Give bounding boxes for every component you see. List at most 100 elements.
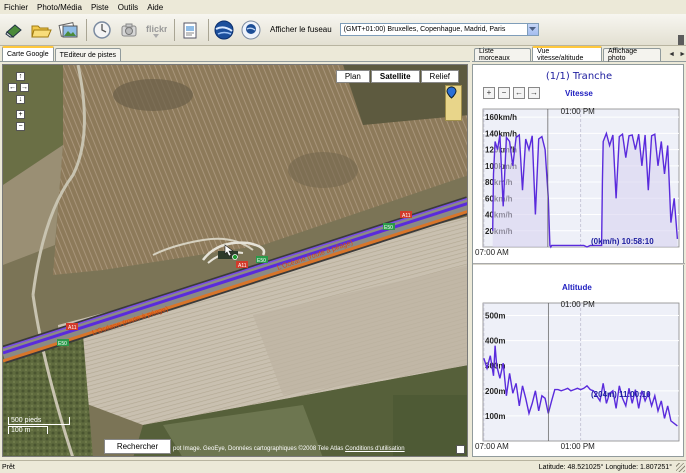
map-scale: 500 pieds 100 m <box>8 417 70 434</box>
scroll-right-chart-button[interactable]: → <box>528 87 540 99</box>
earth-globe-icon <box>241 20 261 39</box>
pan-right-button[interactable]: → <box>20 83 29 92</box>
x-tick-label: 01:00 PM <box>561 442 596 451</box>
camera-icon <box>121 23 137 36</box>
google-earth-icon <box>214 20 234 39</box>
attribution-text: pot Image. GeoEye, Données cartographiqu… <box>173 446 344 452</box>
segment-title: (1/1) Tranche <box>545 71 613 82</box>
svg-text:A11: A11 <box>68 325 77 331</box>
left-tab-strip: Carte Google TEditeur de pistes <box>0 46 470 62</box>
flickr-button[interactable]: flickr <box>144 18 168 42</box>
photos-button[interactable] <box>56 18 80 42</box>
road-shield: E50 <box>256 256 268 264</box>
road-shield: A11 <box>66 323 78 331</box>
app-window: Fichier Photo/Média Piste Outils Aide fl… <box>0 0 686 473</box>
y-tick-label: 100m <box>485 412 505 421</box>
eraser-icon <box>5 23 22 38</box>
pan-up-button[interactable]: ↑ <box>16 72 25 81</box>
tab-vue-vitesse-altitude[interactable]: Vue vitesse/altitude <box>532 46 602 62</box>
cursor-readout: (204m) 11:00:10 <box>591 390 651 399</box>
y-tick-label: 140km/h <box>485 129 517 138</box>
tab-scroll-left-icon[interactable]: ◄ <box>668 51 675 58</box>
road-shield: E50 <box>57 339 69 347</box>
menu-fichier[interactable]: Fichier <box>4 3 28 12</box>
road-shield: A11 <box>236 261 248 269</box>
terms-link[interactable]: Conditions d'utilisation <box>345 446 405 452</box>
search-button[interactable]: Rechercher <box>104 439 171 454</box>
altitude-chart[interactable]: 100m200m300m400m500m07:00 AM01:00 PM01:0… <box>473 297 685 457</box>
tab-affichage-photo[interactable]: Affichage photo <box>603 48 662 62</box>
map-attribution: pot Image. GeoEye, Données cartographiqu… <box>173 446 405 452</box>
map-type-relief[interactable]: Relief <box>420 70 459 83</box>
document-icon <box>183 22 197 38</box>
menu-photo-media[interactable]: Photo/Média <box>37 3 82 12</box>
y-tick-label: 200m <box>485 387 505 396</box>
toolbar: flickr Afficher le fuseau (GMT+01:00) Br… <box>0 14 686 46</box>
scroll-left-chart-button[interactable]: ← <box>513 87 525 99</box>
scale-feet: 500 pieds <box>8 417 70 425</box>
toolbar-overflow-icon[interactable] <box>678 35 684 45</box>
chart-tool-buttons: + − ← → <box>483 87 543 99</box>
speed-chart-title: Vitesse <box>565 89 593 98</box>
clock-icon <box>93 20 111 39</box>
svg-text:A11: A11 <box>402 213 411 219</box>
timezone-value: (GMT+01:00) Bruxelles, Copenhague, Madri… <box>343 26 506 33</box>
zoom-out-chart-button[interactable]: − <box>498 87 510 99</box>
y-tick-label: 160km/h <box>485 113 517 122</box>
svg-text:E50: E50 <box>384 225 393 231</box>
chevron-down-icon[interactable] <box>526 24 538 35</box>
timezone-select[interactable]: (GMT+01:00) Bruxelles, Copenhague, Madri… <box>339 23 539 36</box>
earth-globe-button[interactable] <box>239 18 263 42</box>
eraser-button[interactable] <box>2 18 26 42</box>
menu-aide[interactable]: Aide <box>147 3 163 12</box>
panel-splitter[interactable] <box>473 263 685 265</box>
photos-icon <box>58 21 78 37</box>
svg-text:E50: E50 <box>58 341 67 347</box>
menu-outils[interactable]: Outils <box>118 3 138 12</box>
tab-liste-morceaux[interactable]: Liste morceaux <box>474 48 532 62</box>
tab-scroll-arrows: ◄ ► <box>664 48 686 61</box>
x-tick-label: 01:00 PM <box>561 300 596 309</box>
toolbar-separator <box>208 18 209 41</box>
altitude-chart-title: Altitude <box>562 283 592 292</box>
svg-text:A11: A11 <box>238 263 247 269</box>
pan-down-button[interactable]: ↓ <box>16 95 25 104</box>
status-text: Prêt <box>2 463 15 471</box>
map-type-bar: Plan Satellite Relief <box>335 70 459 83</box>
tab-scroll-right-icon[interactable]: ► <box>679 51 686 58</box>
speed-chart[interactable]: 20km/h40km/h60km/h80km/h100km/h120km/h14… <box>473 103 685 263</box>
status-bar: Prêt Latitude: 48.521025° Longitude: 1.8… <box>0 460 686 473</box>
x-tick-label: 07:00 AM <box>475 442 509 451</box>
cursor-coordinates: Latitude: 48.521025° Longitude: 1.807251… <box>538 463 672 471</box>
camera-button[interactable] <box>117 18 141 42</box>
satellite-imagery: L'Océane (route à péage) L'Océane (route… <box>3 65 467 456</box>
satellite-map[interactable]: L'Océane (route à péage) L'Océane (route… <box>2 64 468 457</box>
x-tick-label: 01:00 PM <box>561 107 596 116</box>
document-button[interactable] <box>178 18 202 42</box>
y-tick-label: 400m <box>485 337 505 346</box>
zoom-out-button[interactable]: − <box>16 122 25 131</box>
timezone-label: Afficher le fuseau <box>270 25 332 34</box>
pan-left-button[interactable]: ← <box>8 83 17 92</box>
zoom-in-button[interactable]: + <box>16 110 25 119</box>
zoom-in-chart-button[interactable]: + <box>483 87 495 99</box>
resize-corner-icon[interactable] <box>456 445 465 454</box>
right-tab-strip: Liste morceaux Vue vitesse/altitude Affi… <box>472 46 686 62</box>
map-type-satellite[interactable]: Satellite <box>370 70 420 83</box>
clock-button[interactable] <box>90 18 114 42</box>
google-earth-button[interactable] <box>212 18 236 42</box>
map-type-plan[interactable]: Plan <box>335 70 370 83</box>
street-view-control[interactable] <box>445 85 462 121</box>
resize-grip-icon[interactable] <box>676 463 685 472</box>
open-folder-button[interactable] <box>29 18 53 42</box>
menu-piste[interactable]: Piste <box>91 3 109 12</box>
tab-carte-google[interactable]: Carte Google <box>2 46 54 61</box>
tab-editeur-de-pistes[interactable]: TEditeur de pistes <box>54 48 122 61</box>
menu-bar: Fichier Photo/Média Piste Outils Aide <box>0 0 686 14</box>
scale-meters: 100 m <box>8 426 48 434</box>
toolbar-separator <box>174 18 175 41</box>
cursor-readout: (0km/h) 10:58:10 <box>591 237 654 246</box>
location-pin-icon <box>446 86 457 99</box>
road-shield: A11 <box>400 211 412 219</box>
road-shield: E50 <box>383 223 395 231</box>
